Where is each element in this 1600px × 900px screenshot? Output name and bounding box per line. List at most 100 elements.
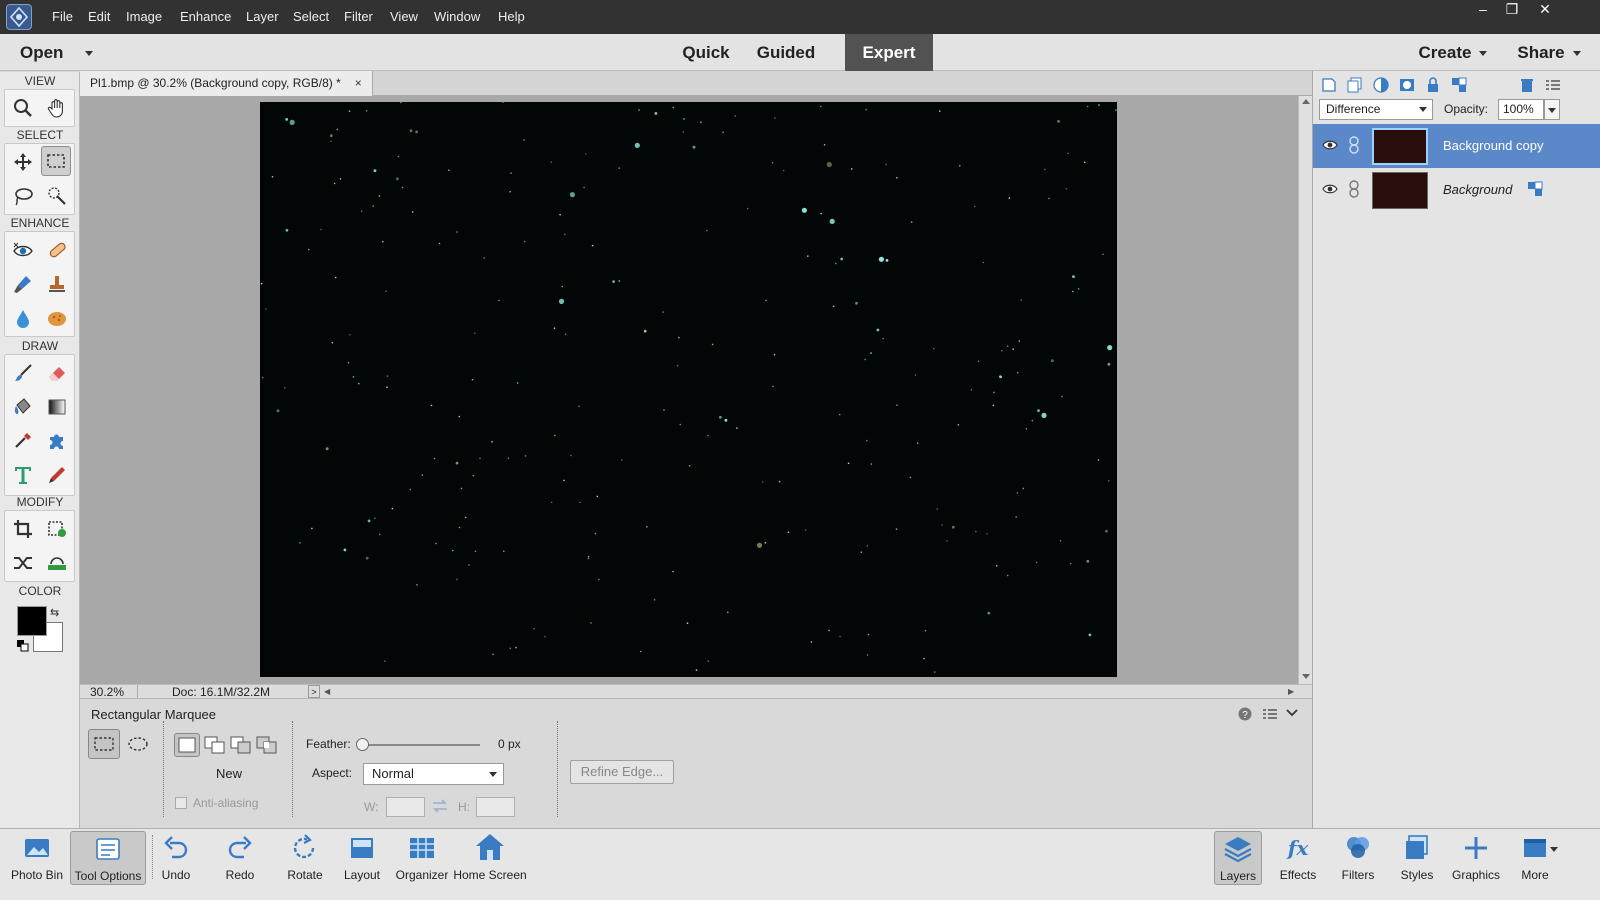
- menu-enhance[interactable]: Enhance: [180, 9, 231, 24]
- layer-mask-icon[interactable]: [1397, 75, 1417, 95]
- layer-row-background-copy[interactable]: Background copy: [1313, 124, 1600, 168]
- ellipse-marquee-option[interactable]: [122, 729, 154, 759]
- swap-colors-icon[interactable]: ⇆: [50, 606, 59, 619]
- close-document-icon[interactable]: ×: [355, 76, 362, 90]
- scroll-left-icon[interactable]: ◀: [324, 687, 330, 696]
- graphics-button[interactable]: Graphics: [1446, 831, 1506, 885]
- menu-help[interactable]: Help: [498, 9, 525, 24]
- menu-select[interactable]: Select: [293, 9, 329, 24]
- document-tab[interactable]: Pl1.bmp @ 30.2% (Background copy, RGB/8)…: [80, 71, 373, 96]
- menu-image[interactable]: Image: [126, 9, 162, 24]
- layer-lock-icon[interactable]: [1526, 180, 1544, 198]
- more-button[interactable]: More: [1512, 831, 1558, 885]
- hand-tool[interactable]: [42, 93, 72, 123]
- open-button[interactable]: Open: [20, 34, 100, 71]
- refine-edge-button[interactable]: Refine Edge...: [570, 760, 674, 784]
- new-selection-option[interactable]: [174, 733, 200, 757]
- custom-shape-tool[interactable]: [42, 426, 72, 456]
- lock-icon[interactable]: [1423, 75, 1443, 95]
- recompose-tool[interactable]: [42, 514, 72, 544]
- add-to-selection-option[interactable]: [202, 733, 228, 757]
- close-window-button[interactable]: ✕: [1530, 0, 1560, 20]
- height-field[interactable]: [476, 797, 515, 817]
- gradient-tool[interactable]: [42, 392, 72, 422]
- layers-button[interactable]: Layers: [1214, 831, 1262, 885]
- rect-marquee-option[interactable]: [88, 729, 120, 759]
- eraser-tool[interactable]: [42, 358, 72, 388]
- document-canvas[interactable]: [260, 102, 1117, 677]
- layer-row-background[interactable]: Background: [1313, 168, 1600, 212]
- mode-guided[interactable]: Guided: [746, 34, 826, 71]
- layout-button[interactable]: Layout: [340, 831, 384, 885]
- help-icon[interactable]: ?: [1238, 707, 1252, 721]
- pencil-tool[interactable]: [42, 460, 72, 490]
- straighten-tool[interactable]: [42, 548, 72, 578]
- brush-tool[interactable]: [8, 358, 38, 388]
- zoom-tool[interactable]: [8, 93, 38, 123]
- photoshop-elements-logo-icon[interactable]: [6, 4, 32, 30]
- effects-button[interactable]: fx Effects: [1272, 831, 1324, 885]
- aspect-select[interactable]: Normal: [363, 763, 504, 785]
- type-tool[interactable]: [8, 460, 38, 490]
- styles-button[interactable]: Styles: [1394, 831, 1440, 885]
- filters-button[interactable]: Filters: [1334, 831, 1382, 885]
- rectangular-marquee-tool[interactable]: [41, 146, 71, 176]
- panel-menu-icon[interactable]: [1262, 708, 1278, 720]
- share-button[interactable]: Share: [1510, 34, 1588, 71]
- eye-visibility-icon[interactable]: [1322, 137, 1338, 153]
- feather-slider-track[interactable]: [362, 744, 480, 746]
- spot-healing-brush-tool[interactable]: [42, 235, 72, 265]
- link-icon[interactable]: [1347, 136, 1361, 154]
- opacity-dropdown[interactable]: [1544, 99, 1560, 120]
- status-menu-arrow-icon[interactable]: >: [308, 685, 320, 698]
- zoom-readout[interactable]: 30.2%: [90, 685, 138, 699]
- vertical-scrollbar[interactable]: [1298, 96, 1312, 684]
- content-aware-move-tool[interactable]: [8, 548, 38, 578]
- blend-mode-select[interactable]: Difference: [1319, 99, 1433, 120]
- foreground-color-swatch[interactable]: [17, 606, 47, 636]
- paint-bucket-tool[interactable]: [8, 392, 38, 422]
- clone-stamp-tool[interactable]: [42, 269, 72, 299]
- menu-edit[interactable]: Edit: [88, 9, 110, 24]
- lasso-tool[interactable]: [8, 181, 38, 211]
- width-field[interactable]: [386, 797, 425, 817]
- canvas-area[interactable]: [80, 96, 1298, 684]
- home-screen-button[interactable]: Home Screen: [452, 831, 528, 885]
- anti-aliasing-checkbox[interactable]: [175, 797, 187, 809]
- trash-icon[interactable]: [1517, 75, 1537, 95]
- menu-layer[interactable]: Layer: [246, 9, 279, 24]
- new-layer-icon[interactable]: [1319, 75, 1339, 95]
- link-icon[interactable]: [1347, 180, 1361, 198]
- subtract-from-selection-option[interactable]: [228, 733, 254, 757]
- feather-slider-thumb[interactable]: [356, 738, 369, 751]
- create-button[interactable]: Create: [1408, 34, 1498, 71]
- rotate-button[interactable]: Rotate: [280, 831, 330, 885]
- default-colors-icon[interactable]: [17, 640, 29, 652]
- redo-button[interactable]: Redo: [220, 831, 260, 885]
- organizer-button[interactable]: Organizer: [394, 831, 450, 885]
- chevron-down-icon[interactable]: [1550, 847, 1558, 853]
- tool-options-button[interactable]: Tool Options: [70, 831, 146, 885]
- smart-brush-tool[interactable]: [8, 269, 38, 299]
- menu-file[interactable]: File: [52, 9, 73, 24]
- undo-button[interactable]: Undo: [156, 831, 196, 885]
- menu-view[interactable]: View: [390, 9, 418, 24]
- blur-tool[interactable]: [8, 303, 38, 333]
- red-eye-tool[interactable]: [8, 235, 38, 265]
- move-tool[interactable]: [8, 147, 38, 177]
- eye-visibility-icon[interactable]: [1322, 181, 1338, 197]
- lock-transparent-icon[interactable]: [1449, 75, 1469, 95]
- intersect-selection-option[interactable]: [254, 733, 280, 757]
- quick-selection-tool[interactable]: [42, 181, 72, 211]
- mode-quick[interactable]: Quick: [676, 34, 736, 71]
- menu-window[interactable]: Window: [434, 9, 480, 24]
- eyedropper-tool[interactable]: [8, 426, 38, 456]
- restore-button[interactable]: ❐: [1497, 0, 1527, 20]
- sponge-tool[interactable]: [42, 303, 72, 333]
- new-group-icon[interactable]: [1345, 75, 1365, 95]
- minimize-button[interactable]: –: [1468, 0, 1498, 20]
- swap-dimensions-icon[interactable]: [432, 799, 448, 813]
- photo-bin-button[interactable]: Photo Bin: [8, 831, 66, 885]
- collapse-panel-icon[interactable]: [1286, 709, 1298, 717]
- new-adjustment-layer-icon[interactable]: [1371, 75, 1391, 95]
